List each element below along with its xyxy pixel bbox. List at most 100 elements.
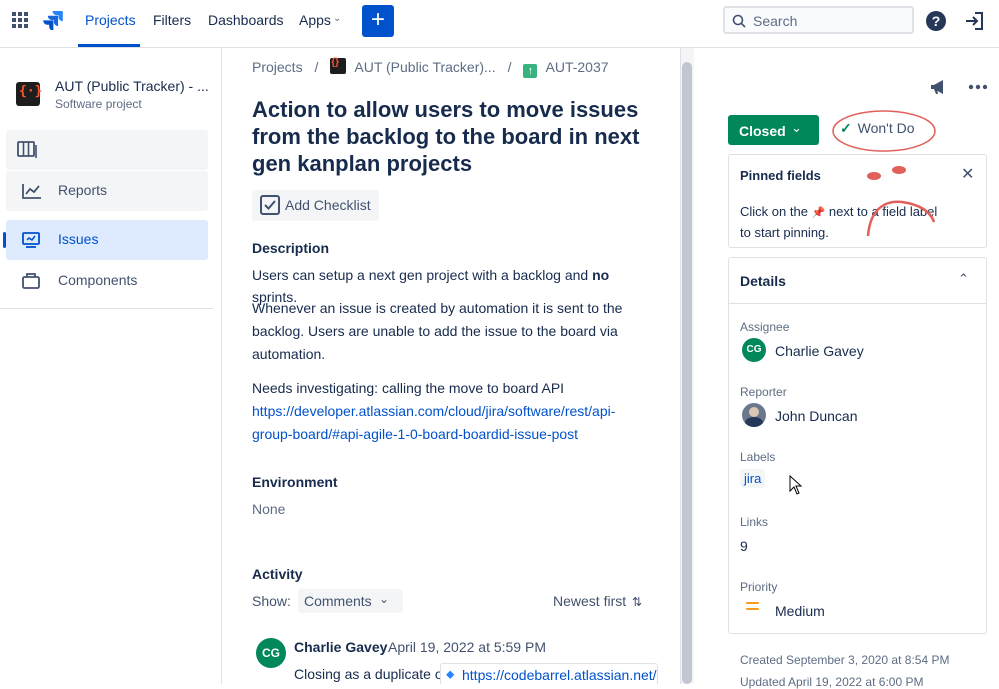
assignee-label: Assignee	[740, 320, 790, 334]
pinned-help-text: Click on the	[740, 204, 808, 219]
more-actions-icon[interactable]	[968, 84, 988, 90]
apps-chevron-down-icon[interactable]: ⌄	[333, 13, 341, 24]
priority-medium-icon	[746, 600, 760, 612]
reports-icon	[22, 184, 41, 199]
comment-author[interactable]: Charlie Gavey	[294, 639, 387, 655]
breadcrumb: Projects / {} AUT (Public Tracker)... / …	[252, 57, 609, 78]
project-avatar[interactable]: {·}	[16, 82, 42, 106]
api-doc-link[interactable]: https://developer.atlassian.com/cloud/ji…	[252, 400, 622, 446]
checkbox-icon	[260, 195, 280, 215]
comment-date[interactable]: April 19, 2022 at 5:59 PM	[388, 639, 546, 655]
sidebar-item-issues[interactable]: Issues	[6, 220, 208, 260]
jira-logo-icon[interactable]	[43, 10, 63, 30]
description-bold-text: no	[592, 267, 610, 283]
assignee-avatar[interactable]: CG	[742, 338, 766, 362]
breadcrumb-projects[interactable]: Projects	[252, 59, 303, 75]
links-label: Links	[740, 515, 769, 529]
chevron-down-icon: ⌄	[379, 592, 390, 606]
show-label: Show:	[252, 593, 291, 609]
issues-icon	[22, 232, 40, 248]
links-value[interactable]: 9	[740, 538, 748, 554]
feedback-megaphone-icon[interactable]	[929, 78, 949, 96]
sort-order-button[interactable]: Newest first ⇅	[553, 593, 642, 609]
search-placeholder: Search	[753, 13, 798, 29]
comment-text: Closing as a duplicate of	[294, 666, 447, 682]
pinned-fields-title: Pinned fields	[740, 168, 821, 183]
environment-value[interactable]: None	[252, 501, 285, 517]
sort-order-label: Newest first	[553, 593, 627, 609]
pinned-fields-panel: Pinned fields ✕ Click on the 📌 next to a…	[728, 154, 987, 248]
status-label: Closed	[739, 123, 786, 139]
priority-label: Priority	[740, 580, 778, 594]
details-title[interactable]: Details	[740, 273, 786, 289]
add-checklist-label: Add Checklist	[285, 197, 371, 213]
reporter-label: Reporter	[740, 385, 787, 399]
annotation-scribble	[866, 166, 936, 237]
comments-filter-select[interactable]: Comments ⌄	[298, 589, 403, 613]
jira-link-icon: ⬥	[446, 667, 455, 681]
chevron-down-icon: ⌄	[791, 120, 802, 135]
priority-value[interactable]: Medium	[775, 603, 825, 619]
components-icon	[22, 273, 40, 289]
description-heading: Description	[252, 240, 330, 256]
search-icon	[732, 14, 746, 28]
issue-type-icon: ↑	[523, 64, 538, 78]
search-input[interactable]: Search	[723, 6, 914, 34]
main-scrollbar-thumb[interactable]	[682, 62, 692, 684]
description-text: Users can setup a next gen project with …	[252, 267, 593, 283]
created-timestamp: Created September 3, 2020 at 8:54 PM	[740, 653, 950, 667]
sidebar-item-label: Components	[58, 272, 138, 288]
comments-filter-value: Comments	[304, 593, 372, 609]
sidebar-item-reports[interactable]: Reports	[6, 171, 208, 211]
top-navigation: Projects Filters Dashboards Apps ⌄ + Sea…	[0, 0, 999, 48]
status-button[interactable]: Closed ⌄	[728, 115, 819, 145]
sidebar-item-board[interactable]	[6, 130, 208, 170]
details-panel	[728, 257, 987, 634]
pin-icon: 📌	[811, 207, 826, 219]
annotation-ellipse	[832, 110, 936, 152]
environment-heading: Environment	[252, 474, 338, 490]
project-name[interactable]: AUT (Public Tracker) - ...	[55, 78, 209, 94]
project-type: Software project	[55, 97, 142, 111]
nav-apps[interactable]: Apps	[299, 12, 331, 28]
issue-main-content: Projects / {} AUT (Public Tracker)... / …	[222, 48, 680, 684]
nav-active-indicator	[78, 44, 140, 47]
breadcrumb-project[interactable]: AUT (Public Tracker)...	[354, 59, 495, 75]
description-paragraph-2[interactable]: Whenever an issue is created by automati…	[252, 297, 632, 366]
comment-author-avatar[interactable]: CG	[256, 638, 286, 668]
issue-title[interactable]: Action to allow users to move issues fro…	[252, 96, 662, 177]
comment-smart-link[interactable]: ⬥ https://codebarrel.atlassian.net/b	[440, 663, 658, 684]
breadcrumb-issue-key[interactable]: AUT-2037	[546, 59, 609, 75]
description-paragraph-3[interactable]: Needs investigating: calling the move to…	[252, 377, 652, 399]
reporter-name[interactable]: John Duncan	[775, 408, 858, 424]
sidebar-divider	[0, 308, 213, 309]
pinned-help-text: to start pinning.	[740, 225, 829, 240]
project-mini-avatar: {}	[330, 57, 347, 74]
reporter-avatar[interactable]	[742, 403, 766, 427]
updated-timestamp: Updated April 19, 2022 at 6:00 PM	[740, 675, 924, 689]
close-icon[interactable]: ✕	[961, 164, 974, 184]
add-checklist-button[interactable]: Add Checklist	[252, 190, 379, 221]
assignee-name[interactable]: Charlie Gavey	[775, 343, 864, 359]
chevron-up-icon[interactable]: ⌃	[958, 271, 969, 287]
labels-label: Labels	[740, 450, 776, 464]
comment-link-url: https://codebarrel.atlassian.net/b	[462, 667, 658, 683]
breadcrumb-separator: /	[314, 59, 319, 75]
details-divider	[729, 303, 986, 304]
nav-projects[interactable]: Projects	[85, 12, 136, 28]
log-in-icon[interactable]	[963, 10, 985, 32]
sidebar-item-label: Issues	[58, 231, 99, 247]
create-button[interactable]: +	[362, 5, 394, 37]
sidebar-active-indicator	[3, 232, 6, 248]
svg-text:?: ?	[932, 13, 941, 29]
breadcrumb-separator: /	[507, 59, 512, 75]
activity-heading: Activity	[252, 566, 303, 582]
sidebar-item-components[interactable]: Components	[6, 261, 208, 301]
help-icon[interactable]: ?	[925, 10, 947, 32]
sort-icon: ⇅	[632, 595, 643, 609]
label-tag[interactable]: jira	[740, 469, 766, 488]
nav-dashboards[interactable]: Dashboards	[208, 12, 284, 28]
nav-filters[interactable]: Filters	[153, 12, 191, 28]
sidebar-item-label: Reports	[58, 182, 108, 198]
app-switcher-icon[interactable]	[12, 12, 28, 28]
